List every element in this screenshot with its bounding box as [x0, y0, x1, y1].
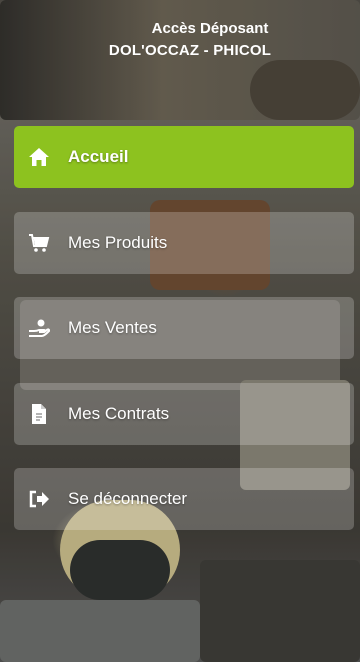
- menu-label-mes-produits: Mes Produits: [68, 233, 168, 252]
- logout-icon: [26, 486, 52, 512]
- menu-label-mes-ventes: Mes Ventes: [68, 318, 157, 337]
- menu-label-accueil: Accueil: [68, 147, 129, 166]
- access-title: Accès Déposant: [151, 20, 269, 37]
- hand-money-icon: [26, 315, 52, 341]
- menu-label-se-deconnecter: Se déconnecter: [68, 489, 188, 508]
- menu-label-mes-contrats: Mes Contrats: [68, 404, 170, 423]
- document-icon: [26, 401, 52, 427]
- menu-item-accueil[interactable]: Accueil: [14, 126, 354, 188]
- menu-item-se-deconnecter[interactable]: Se déconnecter: [14, 468, 354, 530]
- menu-item-mes-contrats[interactable]: Mes Contrats: [14, 383, 354, 445]
- home-icon: [26, 144, 52, 170]
- cart-icon: [26, 230, 52, 256]
- menu-item-mes-ventes[interactable]: Mes Ventes: [14, 297, 354, 359]
- menu-item-mes-produits[interactable]: Mes Produits: [14, 212, 354, 274]
- depositor-name: DOL'OCCAZ - PHICOL: [108, 42, 272, 59]
- account-header: Accès Déposant DOL'OCCAZ - PHICOL: [0, 18, 360, 62]
